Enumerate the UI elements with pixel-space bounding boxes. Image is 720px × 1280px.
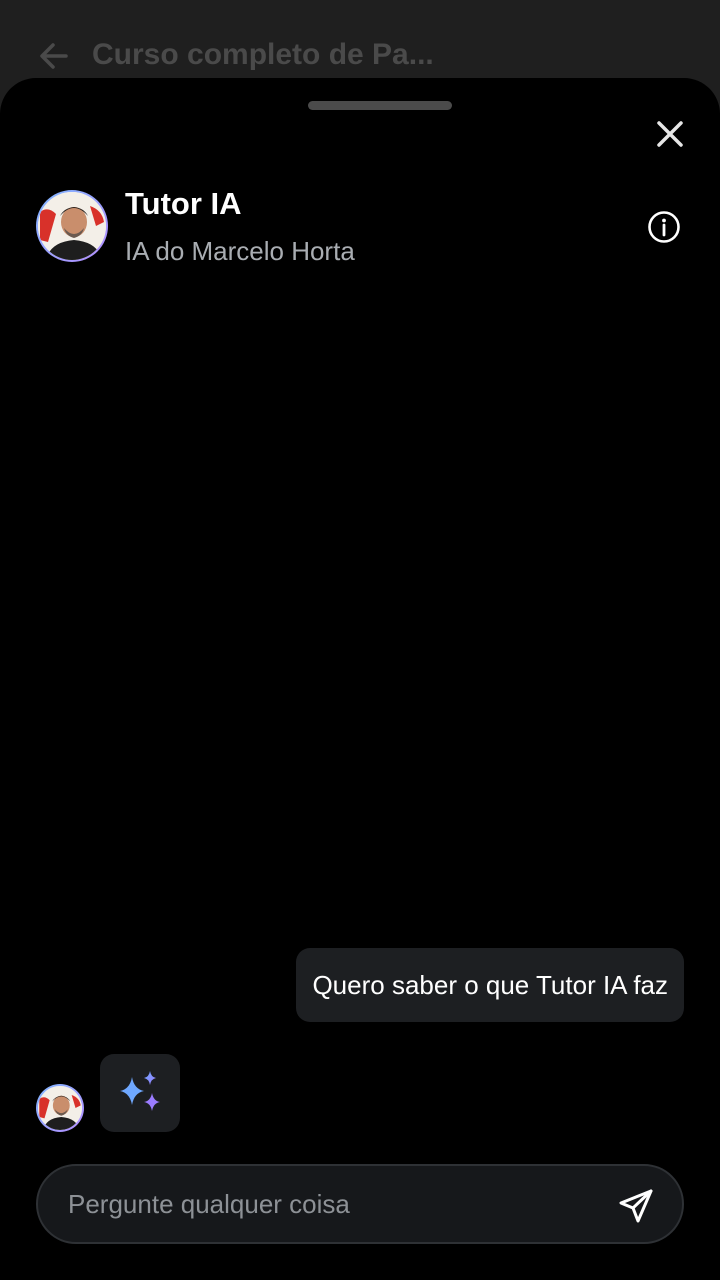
tutor-chat-sheet: Tutor IA IA do Marcelo Horta Quero saber… [0,78,720,1280]
tutor-title: Tutor IA [125,186,242,221]
assistant-thinking-bubble [100,1054,180,1132]
message-composer [36,1164,684,1244]
user-message-bubble: Quero saber o que Tutor IA faz [296,948,684,1022]
background-page-title: Curso completo de Pa... [92,38,434,71]
tutor-avatar [36,190,108,262]
close-icon[interactable] [650,114,690,154]
sheet-drag-handle[interactable] [308,101,452,110]
send-icon[interactable] [616,1186,656,1226]
tutor-subtitle: IA do Marcelo Horta [125,236,355,266]
info-icon[interactable] [646,209,682,245]
message-input[interactable] [68,1166,608,1242]
sparkles-icon [120,1071,160,1111]
arrow-left-icon[interactable] [36,38,72,74]
tutor-avatar-small [36,1084,84,1132]
